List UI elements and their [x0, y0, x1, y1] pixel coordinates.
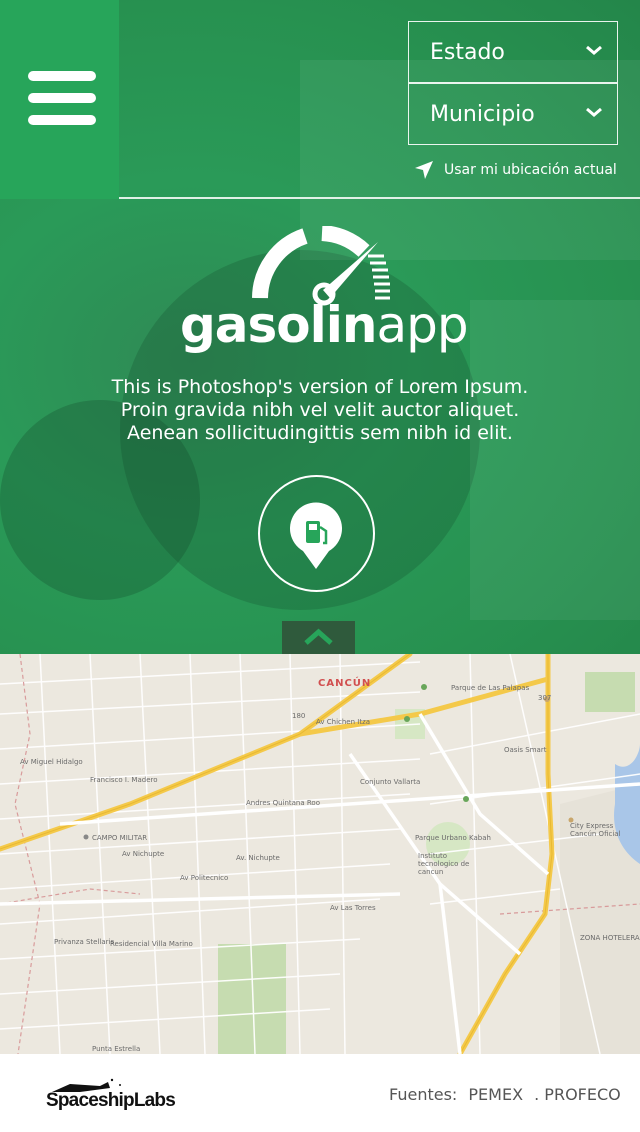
map-label: Punta Estrella [92, 1045, 141, 1053]
hamburger-icon [28, 115, 96, 125]
map-label: Parque Urbano Kabah [415, 834, 491, 842]
logo-wordmark: gasolinapp [180, 296, 469, 354]
map-label-city: CANCÚN [318, 678, 372, 689]
logo-bold: gasolin [180, 296, 378, 354]
map-label: 307 [538, 694, 552, 702]
source-link-profeco[interactable]: . PROFECO [534, 1085, 621, 1104]
speedometer-icon [252, 226, 390, 306]
state-select[interactable]: Estado [408, 21, 618, 83]
state-select-value: Estado [430, 40, 505, 65]
sources-label: Fuentes: [389, 1085, 458, 1104]
find-gas-station-button[interactable] [258, 475, 375, 592]
map-label: Andres Quintana Roo [246, 799, 320, 807]
map-label: Av Las Torres [330, 904, 376, 912]
map-label: Francisco I. Madero [90, 776, 158, 784]
tagline: This is Photoshop's version of Lorem Ips… [70, 376, 570, 445]
location-arrow-icon [415, 161, 433, 179]
menu-button[interactable] [0, 0, 119, 199]
chevron-down-icon [586, 107, 602, 117]
hamburger-icon [28, 71, 96, 81]
map-label: Av Nichupte [122, 850, 165, 858]
sources-line: Fuentes: PEMEX . PROFECO [389, 1085, 627, 1104]
municipality-select[interactable]: Municipio [408, 83, 618, 145]
source-link-pemex[interactable]: PEMEX [468, 1085, 523, 1104]
chevron-up-icon [304, 628, 333, 645]
spaceshiplabs-logo[interactable]: SpaceshipLabs [46, 1076, 196, 1116]
map-label: Instituto tecnologico de cancun [418, 852, 470, 876]
chevron-down-icon [586, 45, 602, 55]
map-label: City Express Cancún Oficial [570, 822, 621, 838]
map-label: CAMPO MILITAR [92, 834, 148, 842]
hamburger-icon [28, 93, 96, 103]
municipality-select-value: Municipio [430, 102, 535, 127]
map-label: 180 [292, 712, 306, 720]
map-label: Oasis Smart [504, 746, 547, 754]
map-label: Av Miguel Hidalgo [20, 758, 83, 766]
use-location-label: Usar mi ubicación actual [444, 162, 617, 178]
map-label: Av Chichen Itza [316, 718, 371, 726]
map-label: ZONA HOTELERA [580, 934, 640, 942]
map-label: Av. Nichupte [236, 854, 280, 862]
hero-background-panel [470, 300, 640, 620]
map-view[interactable]: CANCÚN Parque de Las Palapas CAMPO MILIT… [0, 654, 640, 1054]
header-divider [119, 197, 640, 199]
logo-light: app [376, 296, 469, 354]
app-logo: gasolinapp [180, 226, 469, 358]
collapse-map-tab[interactable] [282, 621, 355, 654]
tagline-line: Aenean sollicitudingittis sem nibh id el… [127, 422, 513, 444]
map-label: Residencial Villa Marino [110, 940, 193, 948]
map-label: Privanza Stellaris [54, 938, 115, 946]
tagline-line: This is Photoshop's version of Lorem Ips… [111, 376, 529, 398]
map-label: Av Politecnico [180, 874, 229, 882]
map-label: Parque de Las Palapas [451, 684, 530, 692]
tagline-line: Proin gravida nibh vel velit auctor aliq… [120, 399, 520, 421]
brand-name: SpaceshipLabs [46, 1090, 176, 1111]
gas-pump-pin-icon [290, 502, 342, 569]
map-label: Conjunto Vallarta [360, 778, 421, 786]
map-streets [0, 654, 640, 1054]
